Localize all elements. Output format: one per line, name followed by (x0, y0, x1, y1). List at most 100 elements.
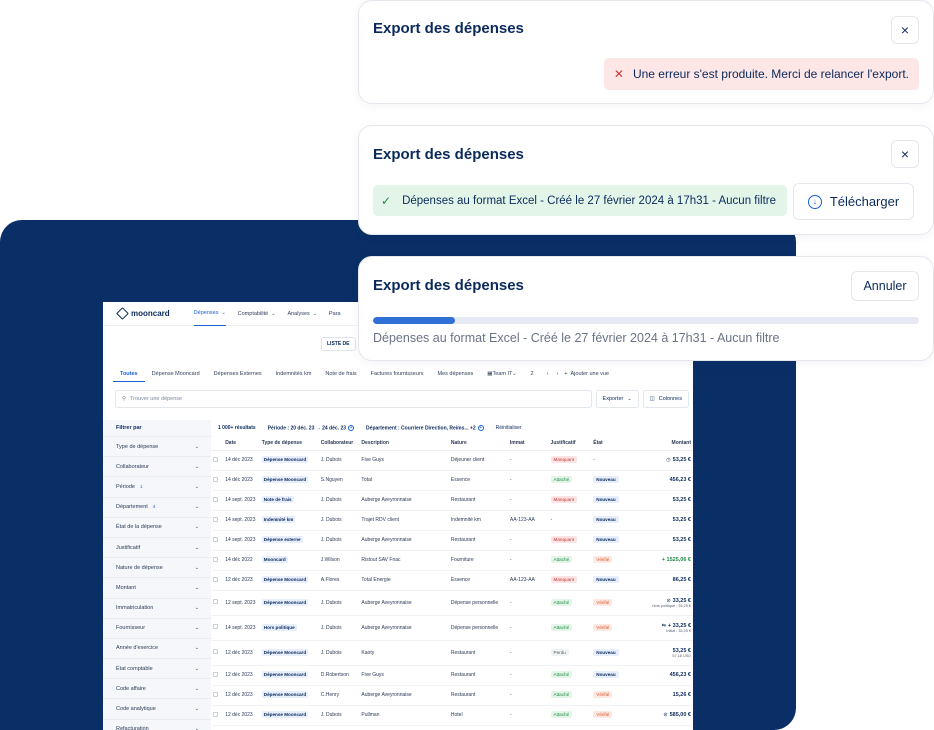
sidebar-filter-item[interactable]: Département 4 ⌄ (103, 496, 211, 517)
sidebar-filter-item[interactable]: Code affaire ⌄ (103, 678, 211, 698)
sidebar-filter-item[interactable]: Fournisseur ⌄ (103, 617, 211, 638)
column-header[interactable]: Date (223, 436, 260, 451)
cell-date: 12 déc 2023 (223, 570, 260, 591)
cell-amount: ⊘ 585,00 € (631, 705, 693, 726)
table-row[interactable]: 14 sept. 2023 Hors politique J. Dubois Aube… (211, 615, 693, 641)
column-header[interactable]: Immat (507, 436, 549, 451)
tab-6[interactable]: Mes dépenses (430, 366, 480, 382)
table-row[interactable]: 12 déc 2023 Dépense Mooncard D.Robertson Fi… (211, 665, 693, 686)
tab-5[interactable]: Factures fournisseurs (364, 366, 431, 382)
column-header[interactable]: Description (359, 436, 449, 451)
cell-type: Dépense externe (259, 530, 319, 551)
sidebar-filter-item[interactable]: Montant ⌄ (103, 577, 211, 597)
sidebar-filter-item[interactable]: Immatriculation ⌄ (103, 597, 211, 618)
row-checkbox[interactable] (213, 516, 218, 522)
mooncard-logo-icon (116, 307, 129, 320)
sidebar-filter-item[interactable]: Collaborateur ⌄ (103, 456, 211, 476)
cell-nature: Restaurant (448, 640, 508, 666)
nav-item-0[interactable]: Dépenses ⌄ (193, 302, 226, 326)
cell-nature: Restaurant (448, 530, 508, 551)
sidebar-filter-item[interactable]: Refacturation ⌄ (103, 718, 211, 730)
tab-4[interactable]: Note de frais (318, 366, 363, 382)
table-row[interactable]: 12 déc 2023 Dépense Mooncard J. Dubois Pull… (211, 705, 693, 726)
sidebar-filter-item[interactable]: Période 1 ⌄ (103, 476, 211, 496)
table-row[interactable]: 14 sept. 2023 Note de frais J. Dubois Auber… (211, 490, 693, 511)
tab-2[interactable]: Dépenses Externes (207, 366, 269, 382)
row-checkbox[interactable] (213, 476, 218, 482)
column-header[interactable]: Nature (448, 436, 508, 451)
sidebar-filter-item[interactable]: Type de dépense ⌄ (103, 436, 211, 456)
table-header-row: Date Type de dépense Collaborateur Descript… (211, 436, 693, 451)
table-row[interactable]: 14 déc 2023 Dépense Mooncard S.Nguyen Total… (211, 470, 693, 491)
row-checkbox-cell (211, 450, 224, 471)
table-row[interactable]: 14 déc 2023 Dépense Mooncard J. Dubois Five… (211, 450, 693, 471)
column-header[interactable]: Montant (631, 436, 693, 451)
cell-collaborator: J. Dubois (318, 450, 360, 471)
tab-8[interactable]: 2 (524, 366, 541, 382)
table-row[interactable]: 12 déc 2023 Dépense Mooncard A.Flores Total… (211, 570, 693, 591)
column-header[interactable]: État (591, 436, 632, 451)
chevron-left-icon[interactable]: ‹ (547, 371, 549, 377)
table-row[interactable]: 12 sept. 2023 Dépense Mooncard J. Dubois Au… (211, 590, 693, 616)
row-checkbox[interactable] (213, 536, 218, 542)
table-row[interactable]: 12 déc 2023 Dépense Mooncard C.Henry Auberg… (211, 685, 693, 706)
row-checkbox[interactable] (213, 599, 218, 604)
sidebar-filter-item[interactable]: État comptable ⌄ (103, 658, 211, 678)
export-progress-bar (373, 317, 919, 324)
expenses-table: Date Type de dépense Collaborateur Descript… (211, 436, 693, 726)
logo: mooncard (116, 307, 170, 320)
tab-0[interactable]: Toutes (113, 366, 145, 382)
results-count: 1 000+ résultats (218, 425, 256, 431)
close-button[interactable]: × (891, 16, 919, 44)
export-success-title: Export des dépenses (373, 146, 524, 163)
row-checkbox[interactable] (213, 456, 218, 462)
row-checkbox[interactable] (213, 576, 218, 582)
table-row[interactable]: 14 sept. 2023 Indemnité km J. Dubois Trajet… (211, 510, 693, 531)
table-row[interactable]: 14 sept. 2023 Dépense externe J. Dubois Aub… (211, 530, 693, 551)
row-checkbox[interactable] (213, 556, 218, 562)
table-row[interactable]: 14 déc 2022 Mooncard J.Wilson Ristout SAV F… (211, 550, 693, 571)
row-checkbox[interactable] (213, 649, 218, 654)
row-checkbox[interactable] (213, 671, 218, 677)
column-header[interactable]: Type de dépense (259, 436, 319, 451)
sidebar-filter-item[interactable]: État de la dépense ⌄ (103, 516, 211, 537)
chevron-right-icon[interactable]: › (556, 371, 558, 377)
download-button[interactable]: ↓ Télécharger (793, 183, 914, 220)
column-header[interactable]: Justificatif (548, 436, 592, 451)
row-checkbox[interactable] (213, 496, 218, 502)
filter-chip-department[interactable]: Département : Courriere Direction, Reims… (366, 424, 484, 431)
sidebar-filter-item[interactable]: Nature de dépense ⌄ (103, 557, 211, 577)
chevron-down-icon: ⌄ (194, 463, 199, 470)
add-filter-icon[interactable]: + (348, 424, 355, 431)
close-button[interactable]: × (891, 140, 919, 168)
tab-7[interactable]: ▦ Team IT ⌄ (480, 366, 523, 382)
list-button[interactable]: LISTE DE (321, 337, 356, 351)
columns-button[interactable]: ◫ Colonnes (642, 390, 689, 408)
tab-1[interactable]: Dépense Mooncard (145, 366, 207, 382)
cell-status: Nouveau (591, 530, 632, 551)
cell-immat: - (507, 550, 549, 571)
cell-receipt: Attaché (548, 615, 592, 641)
sidebar-filter-label-wrap: Montant (116, 585, 136, 591)
row-checkbox[interactable] (213, 711, 218, 717)
search-input[interactable]: ⚲ Trouver une dépense (115, 390, 592, 408)
nav-item-3[interactable]: Para (329, 302, 341, 326)
column-header[interactable]: Collaborateur (318, 436, 360, 451)
download-icon: ↓ (807, 194, 822, 209)
nav-item-1[interactable]: Comptabilité ⌄ (238, 302, 276, 326)
cancel-button[interactable]: Annuler (851, 271, 919, 301)
sidebar-filter-item[interactable]: Année d'exercice ⌄ (103, 637, 211, 658)
row-checkbox[interactable] (213, 624, 218, 629)
tab-3[interactable]: Indemnités km (269, 366, 319, 382)
nav-item-2[interactable]: Analyses ⌄ (287, 302, 317, 326)
reset-filters-link[interactable]: Réinitialiser (496, 425, 522, 431)
add-filter-icon[interactable]: + (477, 424, 484, 431)
expense-type-tag: Dépense Mooncard (261, 456, 309, 463)
sidebar-filter-item[interactable]: Code analytique ⌄ (103, 698, 211, 718)
filter-chip-period[interactable]: Période : 20 déc. 23 → 24 déc. 23 + (268, 424, 355, 431)
export-dropdown-button[interactable]: Exporter ⌄ (595, 390, 639, 408)
table-row[interactable]: 12 déc 2023 Dépense Mooncard J. Dubois Kaot… (211, 640, 693, 666)
row-checkbox[interactable] (213, 691, 218, 697)
add-view-button[interactable]: + Ajouter une vue (564, 371, 609, 377)
sidebar-filter-item[interactable]: Justificatif ⌄ (103, 536, 211, 557)
